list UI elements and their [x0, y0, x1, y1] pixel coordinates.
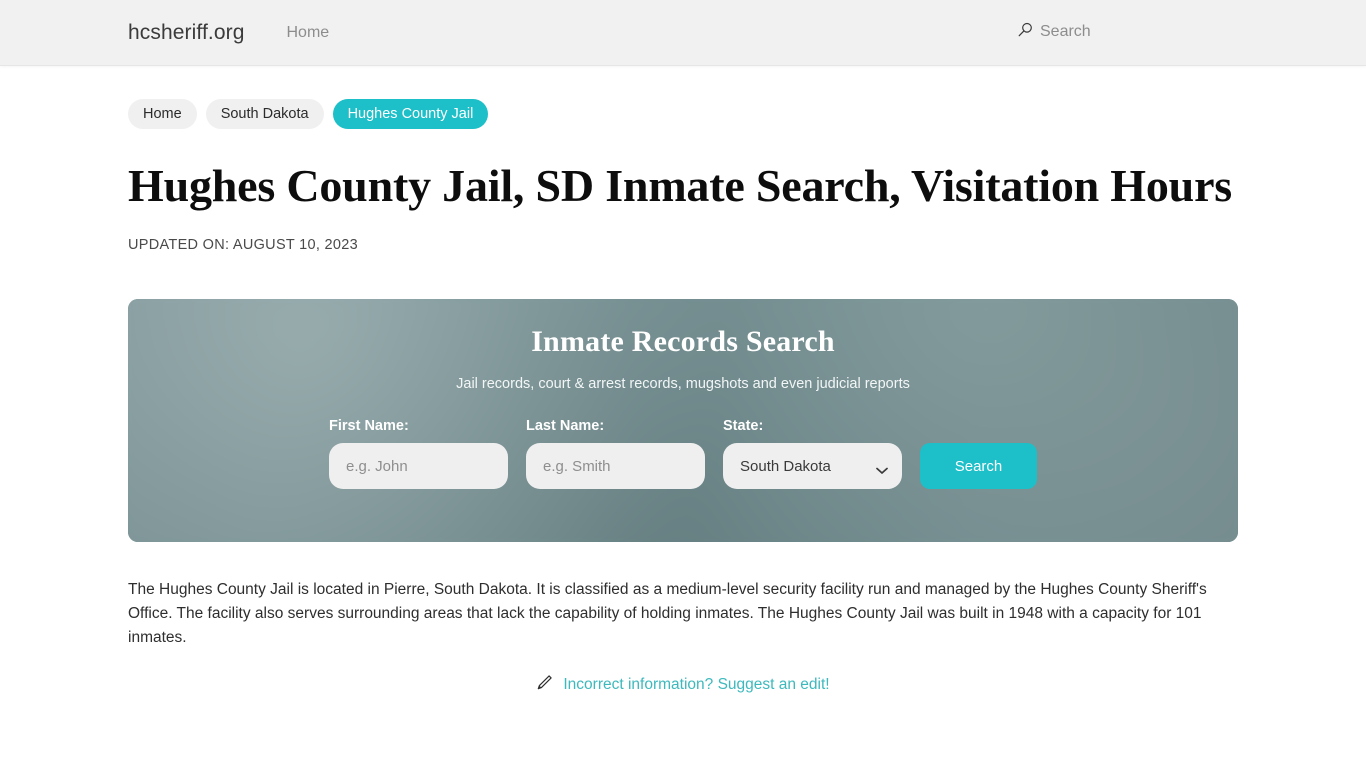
header-search-label: Search [1040, 23, 1091, 40]
inmate-records-search-panel: Inmate Records Search Jail records, cour… [128, 299, 1238, 542]
site-header: hcsheriff.org Home Search [0, 0, 1366, 66]
search-icon [1018, 22, 1033, 42]
last-name-label: Last Name: [526, 418, 605, 434]
breadcrumb: Home South Dakota Hughes County Jail [128, 99, 1366, 129]
search-submit-button[interactable]: Search [920, 443, 1037, 489]
last-name-field-group: Last Name: [526, 418, 705, 489]
nav-item-home[interactable]: Home [286, 24, 329, 42]
first-name-field-group: First Name: [329, 418, 508, 489]
article-body: The Hughes County Jail is located in Pie… [128, 581, 1207, 646]
header-search-trigger[interactable]: Search [1018, 22, 1091, 42]
page-title: Hughes County Jail, SD Inmate Search, Vi… [128, 160, 1232, 211]
breadcrumb-item-home[interactable]: Home [128, 99, 197, 129]
panel-title: Inmate Records Search [531, 325, 835, 358]
breadcrumb-item-south-dakota[interactable]: South Dakota [205, 99, 324, 129]
suggest-edit-row: Incorrect information? Suggest an edit! [0, 674, 1366, 696]
site-logo[interactable]: hcsheriff.org [128, 21, 244, 45]
suggest-edit-link[interactable]: Incorrect information? Suggest an edit! [563, 676, 829, 694]
state-field-group: State: South Dakota [723, 418, 902, 489]
state-select[interactable]: South Dakota [723, 443, 902, 489]
updated-on-label: UPDATED ON: AUGUST 10, 2023 [128, 237, 358, 253]
state-label: State: [723, 418, 764, 434]
page-content: Home South Dakota Hughes County Jail Hug… [0, 99, 1366, 696]
pencil-icon [536, 674, 553, 696]
panel-subtitle: Jail records, court & arrest records, mu… [456, 376, 910, 392]
inmate-search-form: First Name: Last Name: State: South Dako… [128, 418, 1238, 489]
first-name-label: First Name: [329, 418, 409, 434]
last-name-input[interactable] [526, 443, 705, 489]
breadcrumb-item-hughes-county-jail[interactable]: Hughes County Jail [332, 99, 489, 129]
first-name-input[interactable] [329, 443, 508, 489]
